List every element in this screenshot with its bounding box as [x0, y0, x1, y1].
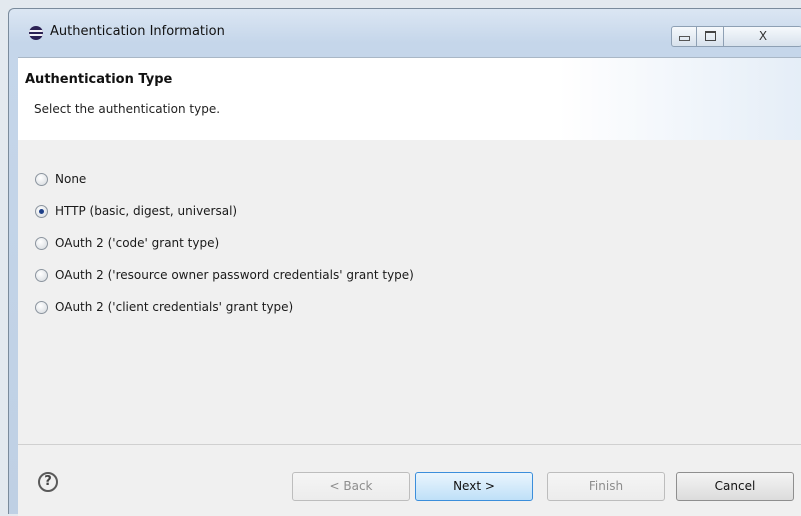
radio-button[interactable] — [35, 300, 48, 314]
radio-option-oauth2-code[interactable]: OAuth 2 ('code' grant type) — [35, 233, 219, 253]
radio-label: None — [55, 172, 87, 186]
radio-button[interactable] — [35, 236, 48, 250]
dialog-window: Authentication Information X Authenticat… — [8, 8, 801, 516]
radio-label: OAuth 2 ('code' grant type) — [55, 236, 220, 250]
page-title: Authentication Type — [25, 72, 173, 87]
maximize-icon — [704, 31, 716, 41]
close-icon: X — [758, 29, 768, 43]
radio-label: OAuth 2 ('resource owner password creden… — [55, 268, 414, 282]
radio-option-oauth2-password[interactable]: OAuth 2 ('resource owner password creden… — [35, 265, 414, 285]
footer-divider — [18, 444, 801, 445]
radio-label: OAuth 2 ('client credentials' grant type… — [55, 300, 294, 314]
close-button[interactable]: X — [723, 26, 801, 47]
dialog-content: Authentication Type Select the authentic… — [18, 57, 801, 516]
title-bar[interactable]: Authentication Information X — [9, 9, 801, 49]
radio-option-oauth2-client[interactable]: OAuth 2 ('client credentials' grant type… — [35, 297, 293, 317]
radio-button[interactable] — [35, 172, 48, 186]
minimize-button[interactable] — [671, 26, 697, 47]
next-button[interactable]: Next > — [415, 472, 533, 501]
back-button[interactable]: < Back — [292, 472, 410, 501]
cancel-button[interactable]: Cancel — [676, 472, 794, 501]
eclipse-icon — [29, 26, 43, 40]
radio-option-http[interactable]: HTTP (basic, digest, universal) — [35, 201, 237, 221]
radio-option-none[interactable]: None — [35, 169, 86, 189]
auth-type-options: None HTTP (basic, digest, universal) OAu… — [18, 140, 801, 429]
radio-button[interactable] — [35, 268, 48, 282]
finish-button[interactable]: Finish — [547, 472, 665, 501]
radio-button[interactable] — [35, 204, 48, 218]
wizard-banner: Authentication Type Select the authentic… — [18, 58, 801, 141]
window-title: Authentication Information — [50, 24, 225, 39]
maximize-button[interactable] — [696, 26, 724, 47]
help-icon[interactable]: ? — [38, 472, 58, 492]
page-description: Select the authentication type. — [34, 102, 221, 116]
radio-label: HTTP (basic, digest, universal) — [55, 204, 238, 218]
minimize-icon — [678, 36, 690, 41]
